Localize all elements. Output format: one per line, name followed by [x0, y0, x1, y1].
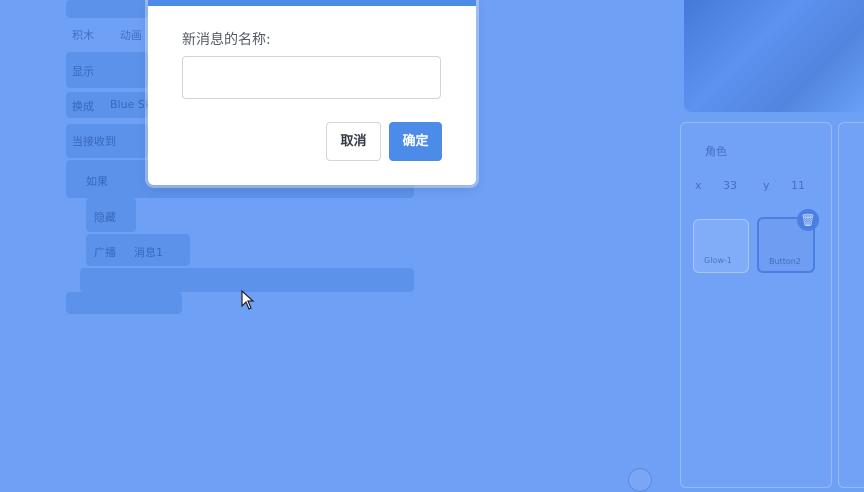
zoom-icon[interactable] [628, 468, 652, 492]
block-palette-top [66, 0, 148, 18]
sprite-name: Glow-1 [704, 256, 732, 265]
sprite-name-label: 角色 [705, 145, 727, 158]
if-block-label: 如果 [86, 175, 108, 188]
mouse-cursor-icon [241, 290, 255, 310]
y-value[interactable]: 11 [791, 179, 805, 192]
palette-tab-animation[interactable]: 动画 [120, 27, 142, 43]
y-label: y [763, 179, 770, 192]
x-value[interactable]: 33 [723, 179, 737, 192]
x-label: x [695, 179, 702, 192]
script-stack-end [66, 292, 182, 314]
backdrop-pane[interactable] [838, 122, 864, 488]
message-name-input[interactable] [182, 56, 441, 99]
delete-sprite-icon[interactable]: 🗑 [797, 209, 819, 231]
if-block-footer [80, 268, 414, 292]
hide-block-label: 隐藏 [94, 211, 116, 224]
stage-preview[interactable] [684, 0, 864, 112]
event-block-label: 当接收到 [72, 135, 116, 148]
cancel-button[interactable]: 取消 [326, 122, 381, 161]
sprite-info-pane: 角色 x 33 y 11 Glow-1 Button2 🗑 [680, 122, 832, 488]
sprite-name: Button2 [769, 257, 801, 266]
sprite-thumbnail[interactable]: Glow-1 [693, 219, 749, 273]
broadcast-block-value[interactable]: 消息1 [134, 244, 163, 260]
dialog-header [148, 0, 476, 6]
dialog-prompt: 新消息的名称: [182, 32, 271, 48]
say-block-label: 显示 [72, 65, 94, 78]
switch-block-label: 换成 [72, 100, 94, 113]
broadcast-block-label: 广播 [94, 246, 116, 259]
ok-button[interactable]: 确定 [389, 122, 442, 161]
new-message-dialog: 新消息的名称: 取消 确定 [148, 0, 476, 185]
switch-block-value: Blue Sk [110, 98, 152, 111]
palette-tab-blocks[interactable]: 积木 [72, 27, 94, 43]
